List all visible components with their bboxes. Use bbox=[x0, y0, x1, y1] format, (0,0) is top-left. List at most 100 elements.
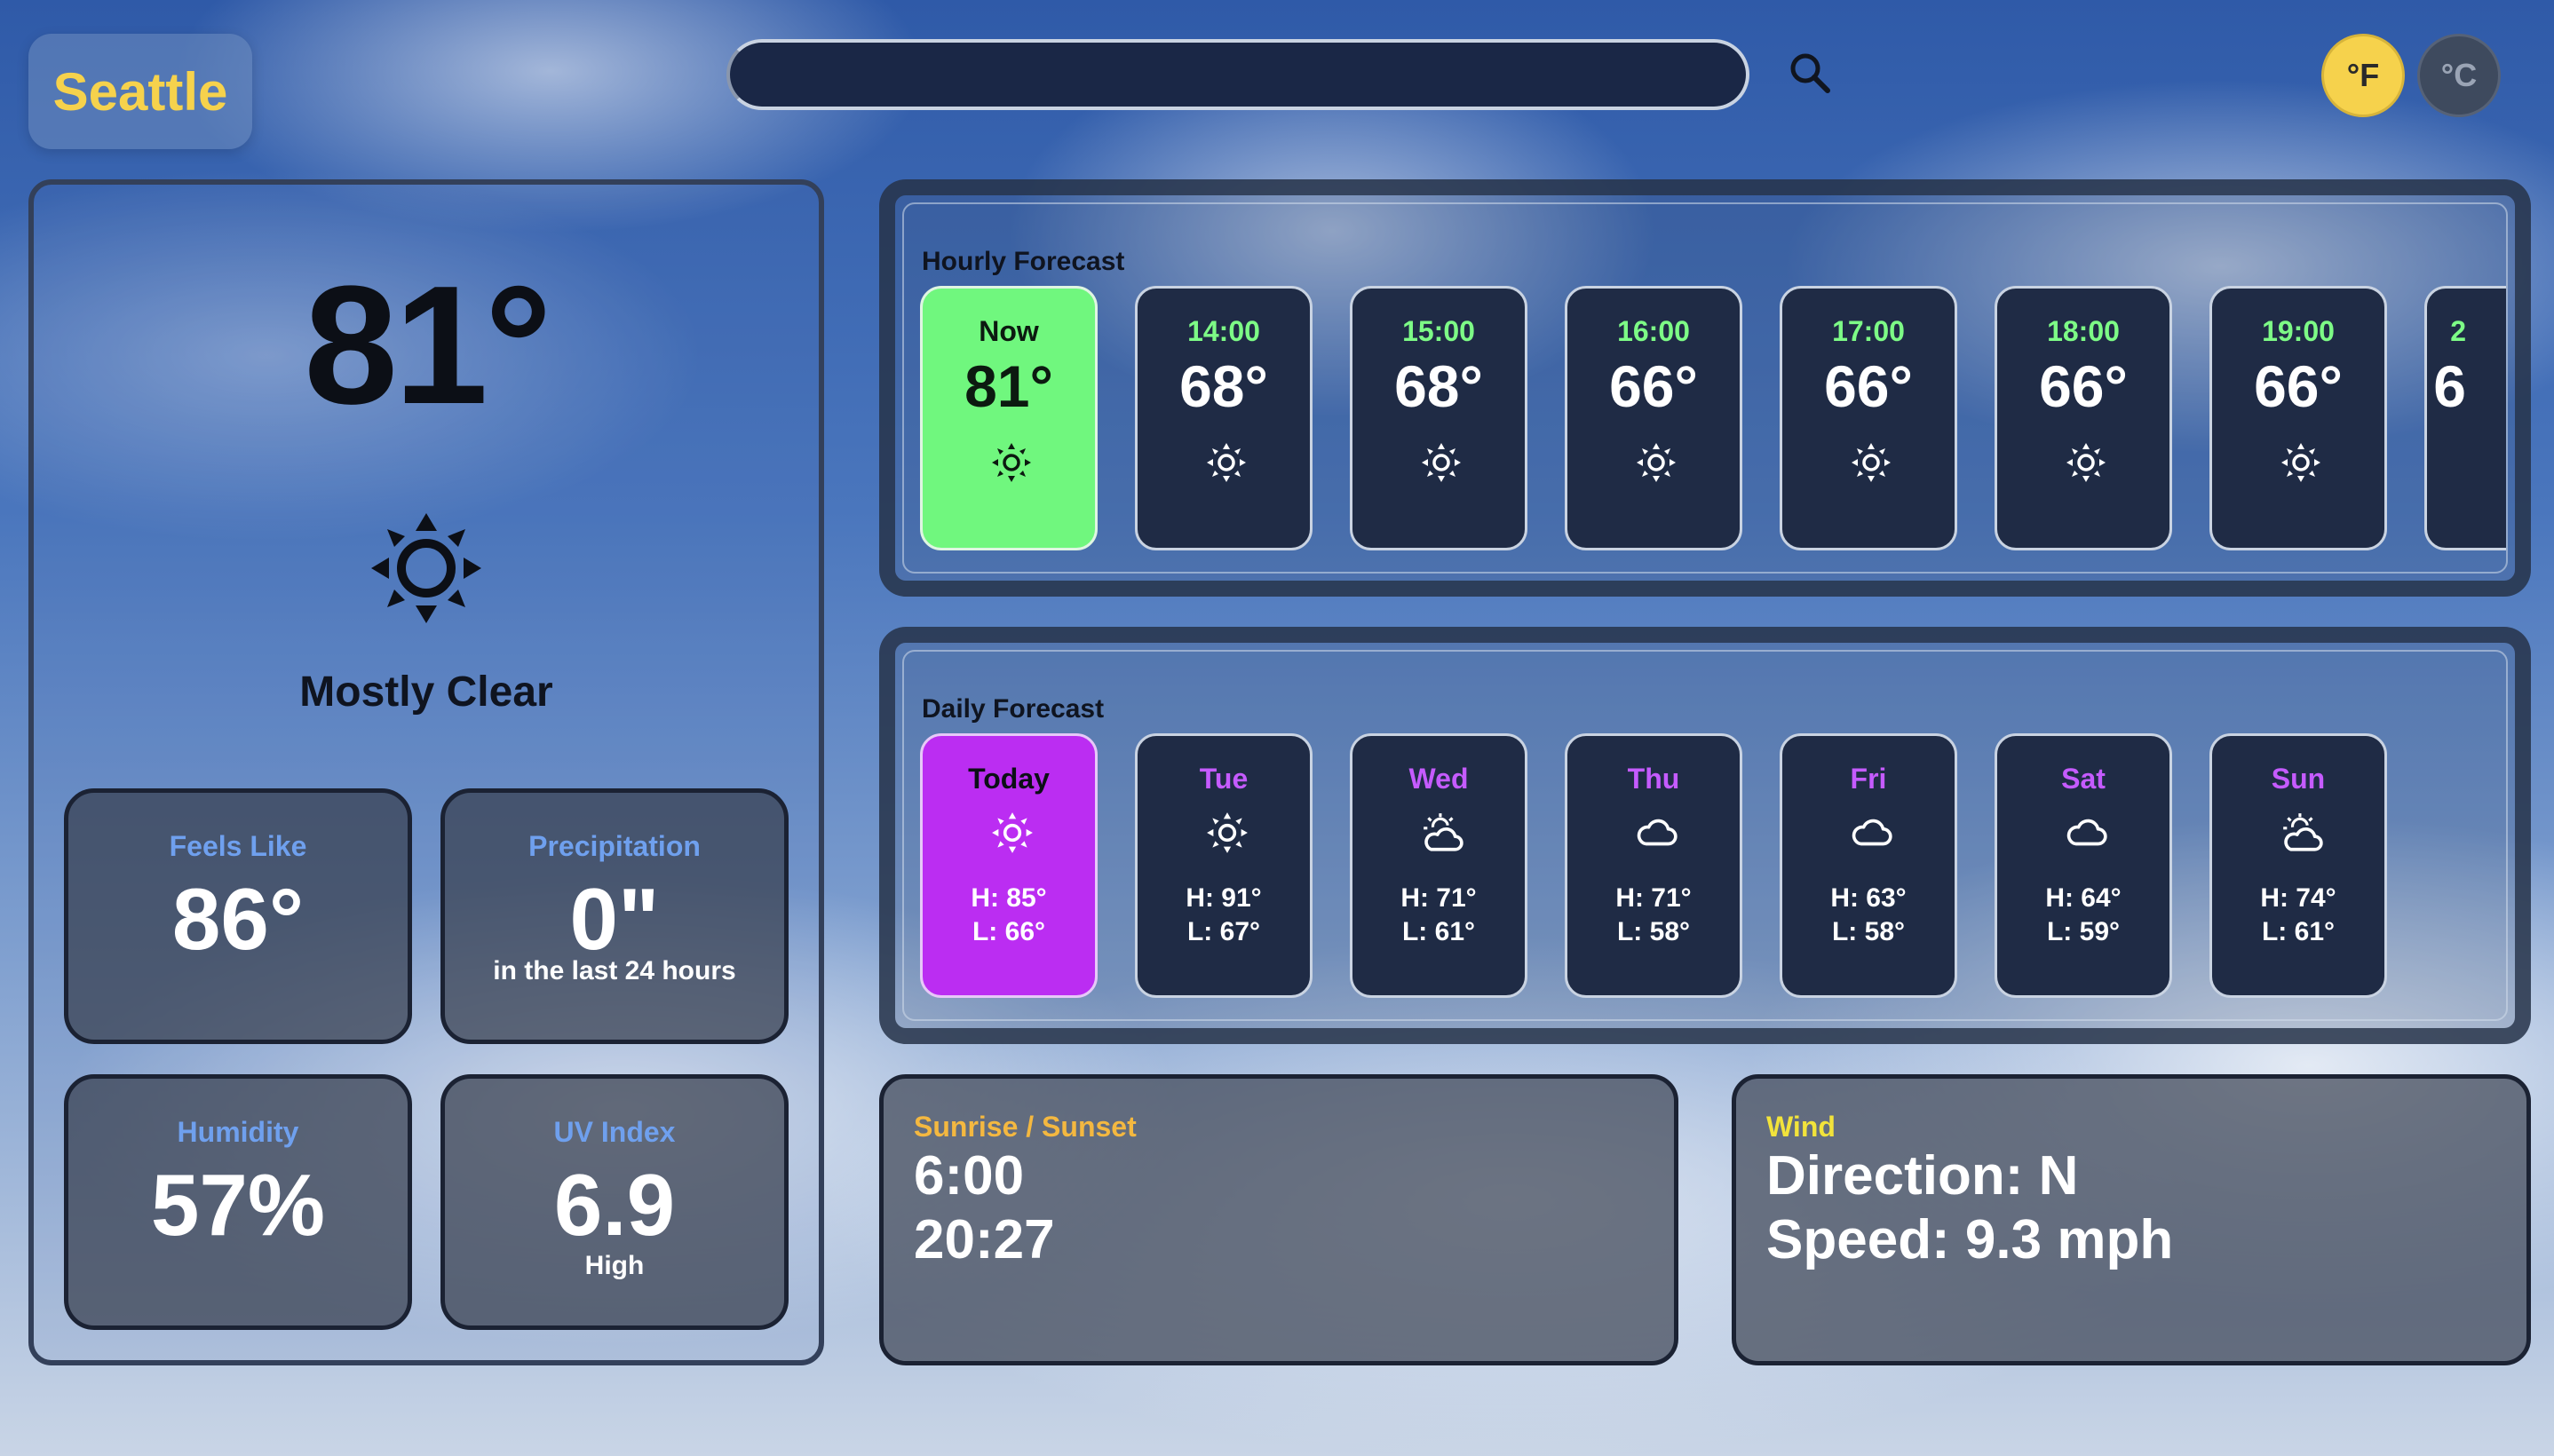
daily-card: Thu H: 71° L: 58° bbox=[1565, 733, 1742, 998]
hourly-forecast-title: Hourly Forecast bbox=[922, 247, 1125, 276]
daily-low: L: 61° bbox=[1401, 917, 1476, 946]
hourly-icon bbox=[1635, 441, 1678, 484]
daily-low: L: 66° bbox=[972, 917, 1046, 946]
partly-cloudy-icon bbox=[1424, 813, 1463, 851]
sunrise-time: 6:00 bbox=[914, 1145, 1025, 1207]
daily-high: H: 74° bbox=[2260, 883, 2336, 913]
hourly-time: 16:00 bbox=[1617, 315, 1690, 347]
daily-high: H: 91° bbox=[1186, 883, 1262, 913]
daily-low: L: 58° bbox=[1831, 917, 1906, 946]
daily-high: H: 71° bbox=[1615, 883, 1692, 913]
hourly-icon bbox=[1850, 441, 1892, 484]
precipitation-card: Precipitation 0" in the last 24 hours bbox=[440, 788, 789, 1044]
hourly-card: 18:00 66° bbox=[1995, 286, 2172, 550]
cloud-icon bbox=[1637, 819, 1678, 846]
daily-card: Fri H: 63° L: 58° bbox=[1780, 733, 1957, 998]
daily-icon bbox=[2065, 811, 2109, 855]
daily-day: Sat bbox=[2061, 763, 2106, 795]
search-button[interactable] bbox=[1783, 46, 1836, 99]
daily-high: H: 63° bbox=[1830, 883, 1907, 913]
hourly-time: 18:00 bbox=[2047, 315, 2120, 347]
daily-day: Today bbox=[968, 763, 1050, 795]
daily-low: L: 58° bbox=[1616, 917, 1691, 946]
daily-low: L: 59° bbox=[2046, 917, 2121, 946]
daily-day: Fri bbox=[1850, 763, 1887, 795]
partly-cloudy-icon bbox=[2283, 813, 2323, 851]
sun-icon bbox=[1852, 443, 1891, 482]
feels-like-value: 86° bbox=[171, 870, 305, 968]
daily-icon bbox=[1205, 811, 1249, 855]
sun-icon bbox=[2281, 443, 2320, 482]
celsius-button[interactable]: °C bbox=[2417, 34, 2501, 117]
city-name: Seattle bbox=[28, 34, 252, 149]
daily-low: L: 67° bbox=[1186, 917, 1261, 946]
search-input[interactable] bbox=[726, 39, 1749, 110]
hourly-card: 14:00 68° bbox=[1135, 286, 1313, 550]
daily-day: Sun bbox=[2271, 763, 2326, 795]
daily-day: Wed bbox=[1408, 763, 1469, 795]
daily-icon bbox=[1635, 811, 1679, 855]
hourly-temp: 68° bbox=[1394, 353, 1483, 419]
hourly-icon bbox=[2065, 441, 2107, 484]
wind-card: Wind Direction: N Speed: 9.3 mph bbox=[1732, 1074, 2531, 1365]
hourly-icon bbox=[1205, 441, 1248, 484]
precipitation-label: Precipitation bbox=[528, 830, 701, 862]
hourly-forecast-scroll[interactable]: Hourly Forecast Now 81° 14:00 68° 15:00 68°… bbox=[902, 202, 2508, 574]
humidity-label: Humidity bbox=[177, 1116, 299, 1148]
hourly-forecast-panel: Hourly Forecast Now 81° 14:00 68° 15:00 68°… bbox=[879, 179, 2531, 597]
daily-day: Tue bbox=[1199, 763, 1249, 795]
hourly-card: 26 bbox=[2424, 286, 2506, 550]
cloud-icon bbox=[2066, 819, 2107, 846]
uv-index-level: High bbox=[584, 1251, 645, 1280]
hourly-time: 17:00 bbox=[1832, 315, 1905, 347]
precipitation-value: 0" bbox=[569, 870, 660, 968]
daily-day: Thu bbox=[1627, 763, 1680, 795]
hourly-temp: 68° bbox=[1179, 353, 1268, 419]
wind-direction: Direction: N bbox=[1766, 1145, 2079, 1207]
daily-low: L: 61° bbox=[2261, 917, 2336, 946]
current-condition: Mostly Clear bbox=[299, 669, 553, 716]
humidity-card: Humidity 57% bbox=[64, 1074, 412, 1330]
daily-forecast-list: Daily Forecast Today H: 85° L: 66° Tue H: … bbox=[902, 650, 2508, 1021]
feels-like-label: Feels Like bbox=[169, 830, 307, 862]
sunrise-sunset-label: Sunrise / Sunset bbox=[914, 1111, 1137, 1143]
sun-icon bbox=[1207, 812, 1248, 853]
hourly-card: 19:00 66° bbox=[2209, 286, 2387, 550]
sun-icon bbox=[992, 812, 1033, 853]
daily-high: H: 85° bbox=[971, 883, 1047, 913]
daily-icon bbox=[1420, 811, 1464, 855]
hourly-card: 17:00 66° bbox=[1780, 286, 1957, 550]
sun-icon bbox=[992, 443, 1031, 482]
hourly-time: 19:00 bbox=[2262, 315, 2335, 347]
cloud-icon bbox=[1852, 819, 1892, 846]
wind-speed: Speed: 9.3 mph bbox=[1766, 1209, 2174, 1270]
hourly-temp: 66° bbox=[1609, 353, 1698, 419]
hourly-temp: 6 bbox=[2433, 353, 2466, 419]
current-temperature: 81° bbox=[304, 251, 551, 439]
search-icon bbox=[1790, 53, 1830, 93]
sun-icon bbox=[1422, 443, 1461, 482]
daily-card: Sat H: 64° L: 59° bbox=[1995, 733, 2172, 998]
sunrise-sunset-card: Sunrise / Sunset 6:00 20:27 bbox=[879, 1074, 1678, 1365]
daily-icon bbox=[2280, 811, 2324, 855]
hourly-time: 15:00 bbox=[1402, 315, 1475, 347]
hourly-time: 14:00 bbox=[1187, 315, 1260, 347]
daily-forecast-panel: Daily Forecast Today H: 85° L: 66° Tue H: … bbox=[879, 627, 2531, 1044]
sun-icon bbox=[1637, 443, 1676, 482]
hourly-icon bbox=[2280, 441, 2322, 484]
hourly-card: 15:00 68° bbox=[1350, 286, 1527, 550]
daily-high: H: 71° bbox=[1400, 883, 1477, 913]
daily-high: H: 64° bbox=[2045, 883, 2122, 913]
daily-card: Wed H: 71° L: 61° bbox=[1350, 733, 1527, 998]
sun-icon bbox=[2066, 443, 2106, 482]
daily-card: Sun H: 74° L: 61° bbox=[2209, 733, 2387, 998]
daily-icon bbox=[1850, 811, 1894, 855]
sunset-time: 20:27 bbox=[914, 1209, 1055, 1270]
fahrenheit-button[interactable]: °F bbox=[2321, 34, 2405, 117]
wind-label: Wind bbox=[1766, 1111, 1836, 1143]
hourly-icon bbox=[1420, 441, 1463, 484]
daily-card: Tue H: 91° L: 67° bbox=[1135, 733, 1313, 998]
sun-icon bbox=[1207, 443, 1246, 482]
sun-icon bbox=[371, 513, 481, 623]
hourly-card: 16:00 66° bbox=[1565, 286, 1742, 550]
